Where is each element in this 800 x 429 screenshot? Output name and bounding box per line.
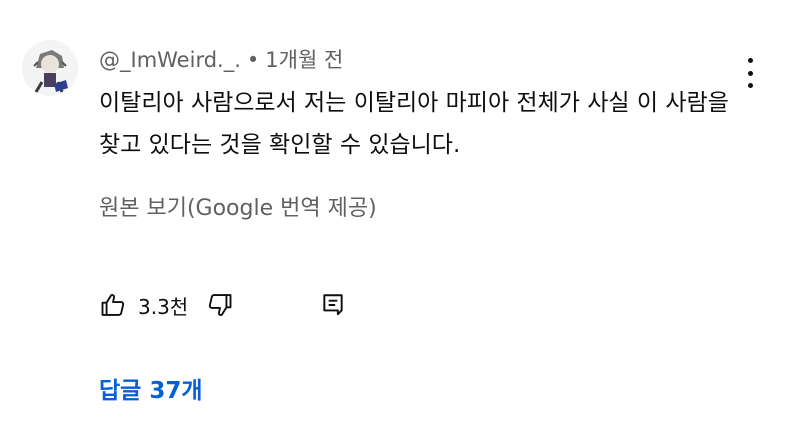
avatar[interactable] bbox=[22, 40, 78, 96]
comment-header: @_ImWeird._. • 1개월 전 bbox=[99, 44, 343, 74]
comment-actions: 3.3천 bbox=[99, 288, 346, 322]
thumbs-up-icon bbox=[101, 294, 125, 316]
more-vertical-icon bbox=[747, 58, 753, 63]
reply-button[interactable] bbox=[320, 292, 346, 318]
avatar-image bbox=[22, 40, 78, 96]
dislike-button[interactable] bbox=[206, 291, 234, 319]
like-button[interactable]: 3.3천 bbox=[99, 291, 188, 320]
view-replies-link[interactable]: 답글 37개 bbox=[99, 371, 203, 405]
like-count: 3.3천 bbox=[138, 294, 189, 319]
comment-time[interactable]: 1개월 전 bbox=[265, 48, 343, 72]
author-name[interactable]: @_ImWeird._. bbox=[99, 48, 241, 72]
comment-text: 이탈리아 사람으로서 저는 이탈리아 마피아 전체가 사실 이 사람을 찾고 있… bbox=[99, 90, 729, 158]
separator-dot: • bbox=[246, 48, 260, 72]
thumbs-down-icon bbox=[209, 294, 232, 316]
more-options-button[interactable] bbox=[740, 58, 760, 88]
reply-comment-icon bbox=[323, 294, 343, 316]
see-original-link[interactable]: 원본 보기(Google 번역 제공) bbox=[99, 190, 377, 222]
